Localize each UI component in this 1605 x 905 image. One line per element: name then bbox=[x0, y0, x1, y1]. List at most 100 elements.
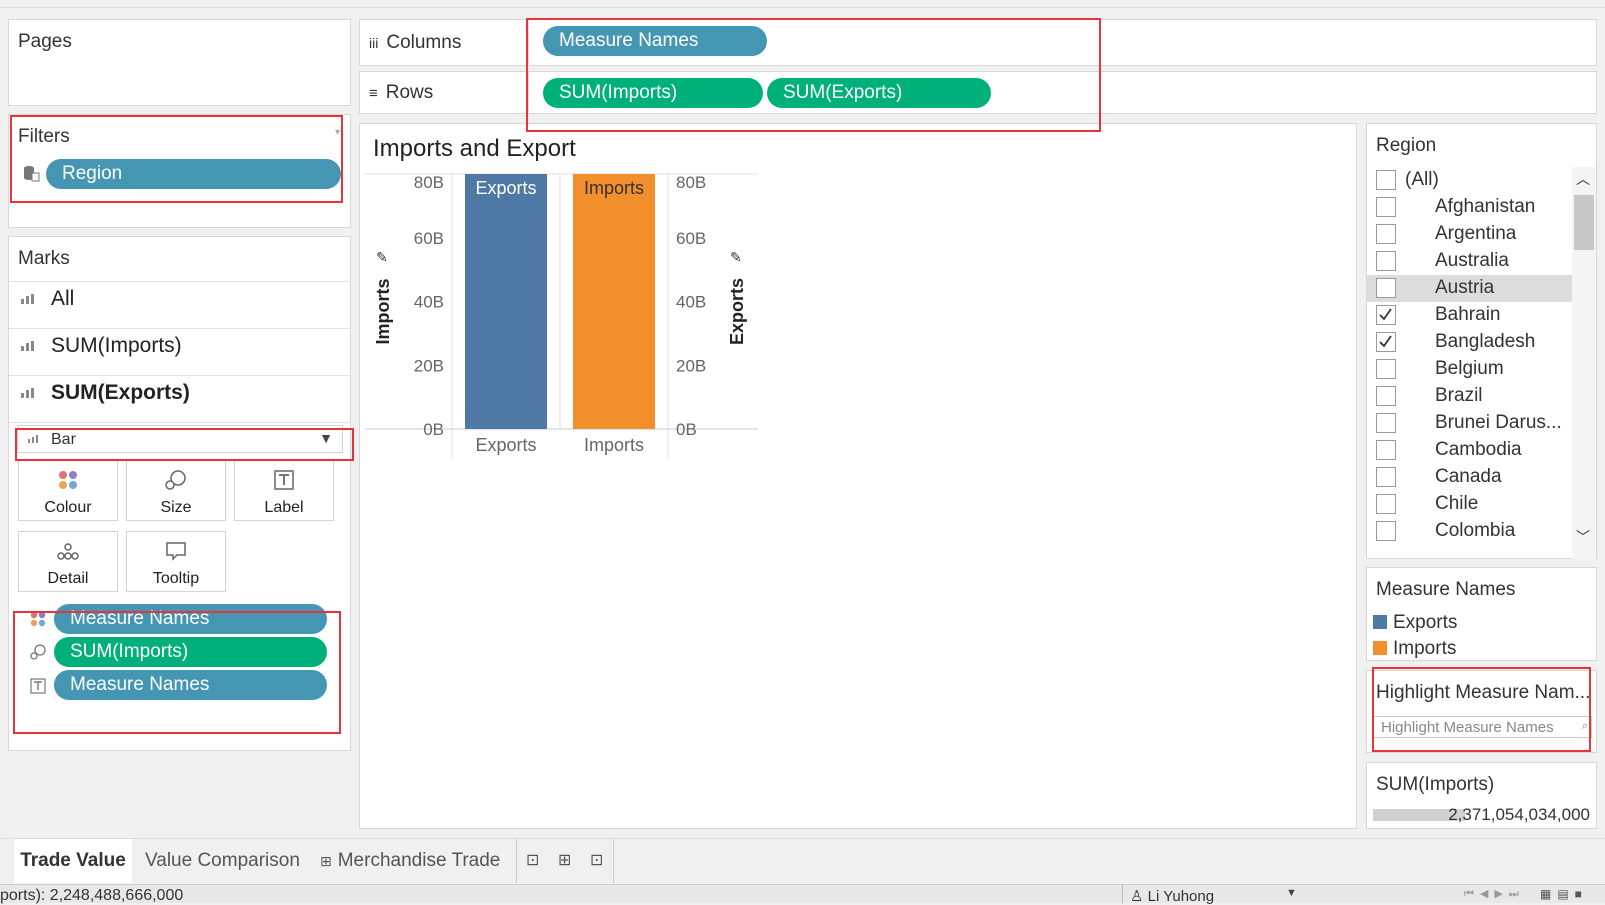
checkbox[interactable] bbox=[1376, 359, 1396, 379]
label-button[interactable]: Label bbox=[234, 460, 334, 521]
region-scrollbar[interactable]: ︿ ﹀ bbox=[1572, 167, 1596, 559]
rows-shelf[interactable]: ≡ Rows SUM(Imports) SUM(Exports) bbox=[359, 71, 1597, 114]
new-story-icon[interactable]: ⊡ bbox=[590, 839, 603, 883]
size-icon bbox=[165, 470, 186, 490]
region-item[interactable]: Cambodia bbox=[1367, 437, 1572, 464]
filters-card[interactable]: Filters ▾ Region bbox=[8, 114, 351, 228]
chevron-down-icon[interactable]: ﹀ bbox=[1576, 527, 1590, 547]
sheet-navigation-icons[interactable]: ⏮◀▶⏭ bbox=[1464, 887, 1525, 901]
colour-button[interactable]: Colour bbox=[18, 460, 118, 521]
highlighter-input[interactable]: Highlight Measure Names ⌕ bbox=[1372, 716, 1592, 738]
tab-trade-value[interactable]: Trade Value bbox=[14, 839, 132, 883]
region-item-label: Bangladesh bbox=[1435, 331, 1536, 352]
region-item[interactable]: Afghanistan bbox=[1367, 194, 1572, 221]
user-menu[interactable]: ♙ Li Yuhong bbox=[1130, 887, 1214, 905]
checkbox[interactable] bbox=[1376, 413, 1396, 433]
y-tick-label-right: 80B bbox=[676, 173, 706, 192]
y-tick-label-right: 0B bbox=[676, 420, 697, 439]
bar-chart-icon bbox=[21, 388, 35, 399]
region-item-label: Colombia bbox=[1435, 520, 1516, 541]
checkbox[interactable] bbox=[1376, 170, 1396, 190]
region-item[interactable]: Canada bbox=[1367, 464, 1572, 491]
region-item-label: Brazil bbox=[1435, 385, 1483, 406]
region-item[interactable]: Bangladesh bbox=[1367, 329, 1572, 356]
scroll-thumb[interactable] bbox=[1574, 195, 1594, 250]
region-item[interactable]: Brazil bbox=[1367, 383, 1572, 410]
size-button[interactable]: Size bbox=[126, 460, 226, 521]
chevron-down-icon[interactable]: ▼ bbox=[1286, 887, 1297, 899]
pin-icon: ✎ bbox=[730, 249, 742, 265]
region-item[interactable]: Argentina bbox=[1367, 221, 1572, 248]
view-area: Imports and Export 80B 80B 60B 60B 40B 40B 20B… bbox=[359, 123, 1357, 829]
checked-checkbox[interactable] bbox=[1376, 305, 1396, 325]
text-label-icon bbox=[30, 678, 46, 694]
region-item[interactable]: Brunei Darus... bbox=[1367, 410, 1572, 437]
checkbox[interactable] bbox=[1376, 278, 1396, 298]
measure-names-column-pill[interactable]: Measure Names bbox=[543, 26, 767, 56]
region-item[interactable]: Bahrain bbox=[1367, 302, 1572, 329]
region-filter-card: Region (All) Afghanistan Argentina Australi… bbox=[1366, 123, 1597, 559]
region-item[interactable]: Colombia bbox=[1367, 518, 1572, 545]
checkbox[interactable] bbox=[1376, 440, 1396, 460]
mark-type-dropdown[interactable]: Bar ▼ bbox=[17, 425, 343, 453]
bar-chart-icon bbox=[21, 294, 35, 305]
checkbox[interactable] bbox=[1376, 467, 1396, 487]
tab-value-comparison[interactable]: Value Comparison bbox=[145, 839, 300, 883]
columns-shelf[interactable]: iii Columns Measure Names bbox=[359, 19, 1597, 66]
checked-checkbox[interactable] bbox=[1376, 332, 1396, 352]
new-worksheet-icon[interactable]: ⊡ bbox=[526, 839, 539, 883]
measure-names-colour-pill[interactable]: Measure Names bbox=[54, 604, 327, 634]
marks-imports-row[interactable]: SUM(Imports) bbox=[21, 334, 182, 358]
chevron-up-icon[interactable]: ︿ bbox=[1576, 169, 1590, 189]
y-tick-label-left: 0B bbox=[423, 420, 444, 439]
highlighter-card: Highlight Measure Nam... Highlight Measu… bbox=[1366, 670, 1597, 753]
tab-merchandise-trade[interactable]: ⊞ Merchandise Trade bbox=[320, 839, 500, 883]
legend-swatch-imports bbox=[1373, 641, 1387, 655]
sum-exports-row-pill[interactable]: SUM(Exports) bbox=[767, 78, 991, 108]
view-mode-icons[interactable]: ▦▤■ bbox=[1540, 887, 1588, 901]
checkbox[interactable] bbox=[1376, 494, 1396, 514]
region-item[interactable]: Belgium bbox=[1367, 356, 1572, 383]
bar-chart-icon bbox=[21, 341, 35, 352]
region-item[interactable]: Austria bbox=[1367, 275, 1572, 302]
checkbox[interactable] bbox=[1376, 224, 1396, 244]
region-item[interactable]: Chile bbox=[1367, 491, 1572, 518]
y-tick-label-left: 20B bbox=[414, 356, 444, 375]
tooltip-icon bbox=[166, 542, 186, 561]
marks-all-row[interactable]: All bbox=[21, 287, 74, 311]
marks-exports-row[interactable]: SUM(Exports) bbox=[21, 381, 190, 405]
divider bbox=[528, 72, 529, 114]
checkbox[interactable] bbox=[1376, 251, 1396, 271]
y-tick-label-right: 60B bbox=[676, 229, 706, 248]
measure-names-label-pill[interactable]: Measure Names bbox=[54, 670, 327, 700]
region-item-label: Argentina bbox=[1435, 223, 1517, 244]
tooltip-button[interactable]: Tooltip bbox=[126, 531, 226, 592]
region-item[interactable]: (All) bbox=[1367, 167, 1572, 194]
new-dashboard-icon[interactable]: ⊞ bbox=[558, 839, 571, 883]
legend-label-imports[interactable]: Imports bbox=[1393, 638, 1456, 660]
bar-imports bbox=[573, 174, 655, 429]
size-icon bbox=[30, 644, 46, 660]
pages-title: Pages bbox=[18, 31, 72, 52]
region-item-label: Cambodia bbox=[1435, 439, 1522, 460]
bar-chart: 80B 80B 60B 60B 40B 40B 20B 20B 0B 0B Imports Expor… bbox=[365, 173, 758, 459]
legend-label-exports[interactable]: Exports bbox=[1393, 612, 1457, 634]
checkbox[interactable] bbox=[1376, 521, 1396, 541]
detail-button[interactable]: Detail bbox=[18, 531, 118, 592]
divider bbox=[9, 422, 350, 423]
marks-item-label: SUM(Imports) bbox=[51, 334, 182, 357]
region-filter-pill[interactable]: Region bbox=[46, 159, 341, 189]
tooltip-label: Tooltip bbox=[152, 570, 200, 587]
y-tick-label-left: 60B bbox=[414, 229, 444, 248]
colour-label: Colour bbox=[44, 499, 92, 516]
text-label-icon bbox=[274, 470, 294, 490]
legend-title: Measure Names bbox=[1376, 579, 1516, 600]
filters-menu-icon[interactable]: ▾ bbox=[335, 127, 340, 138]
sum-imports-size-pill[interactable]: SUM(Imports) bbox=[54, 637, 327, 667]
grid-icon: ⊞ bbox=[320, 853, 332, 869]
sum-imports-row-pill[interactable]: SUM(Imports) bbox=[543, 78, 763, 108]
checkbox[interactable] bbox=[1376, 197, 1396, 217]
region-item[interactable]: Australia bbox=[1367, 248, 1572, 275]
pages-card[interactable]: Pages bbox=[8, 19, 351, 106]
checkbox[interactable] bbox=[1376, 386, 1396, 406]
